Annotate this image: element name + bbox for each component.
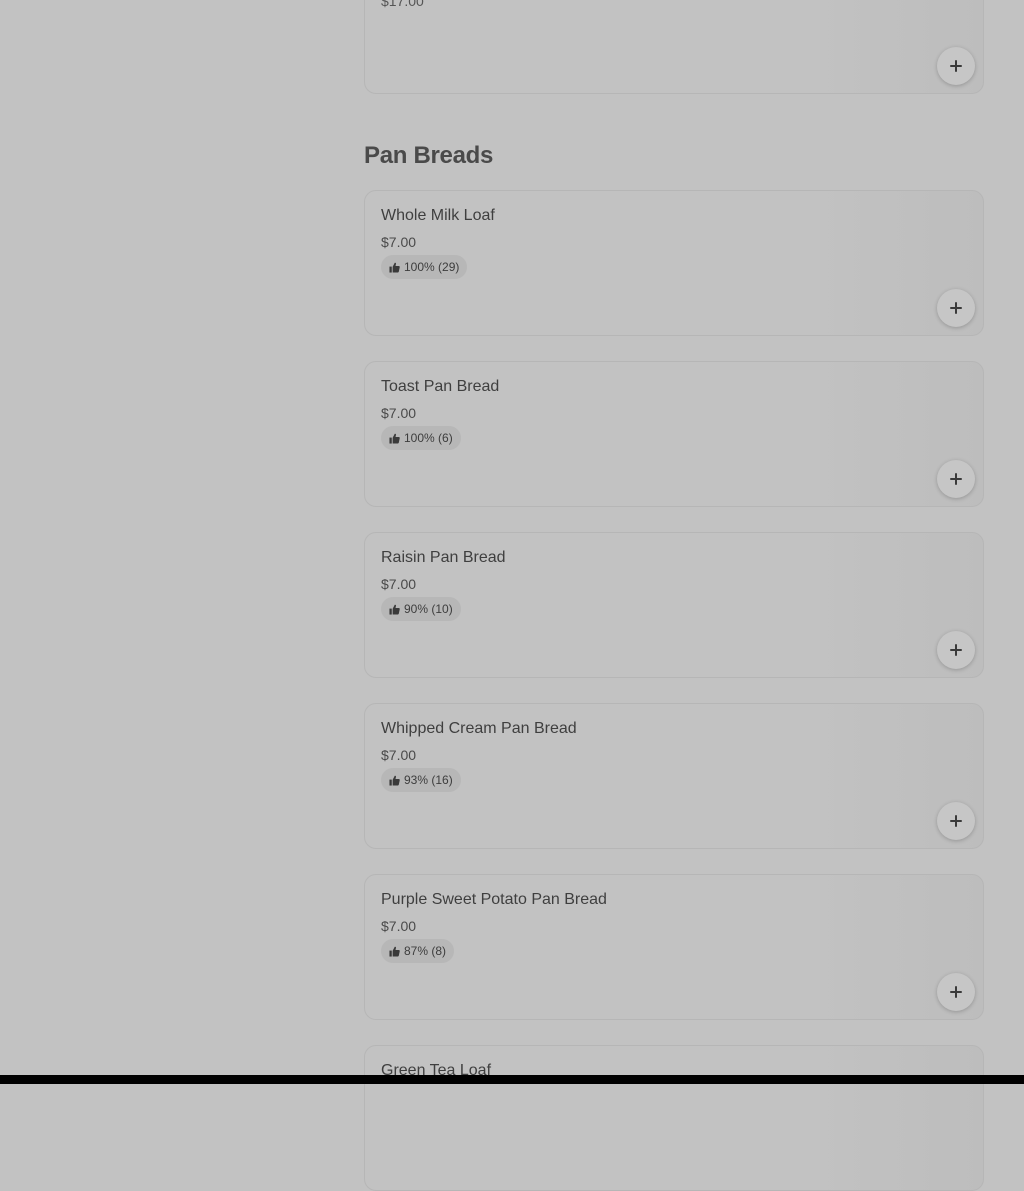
- rating-badge: 100% (29): [381, 255, 468, 279]
- item-name: Whipped Cream Pan Bread: [381, 720, 577, 737]
- thumbs-up-icon: [389, 604, 400, 615]
- item-name: Toast Pan Bread: [381, 378, 500, 395]
- rating-badge: 100% (6): [381, 426, 461, 450]
- add-to-cart-button[interactable]: [937, 47, 975, 85]
- thumbs-up-icon: [389, 433, 400, 444]
- rating-text: 100% (6): [404, 431, 453, 445]
- rating-text: 87% (8): [404, 944, 447, 958]
- plus-icon: [950, 815, 962, 827]
- item-price: $7.00: [381, 234, 417, 250]
- rating-text: 100% (29): [404, 260, 460, 274]
- item-price: $7.00: [381, 918, 417, 934]
- add-to-cart-button[interactable]: [937, 460, 975, 498]
- rating-text: 93% (16): [404, 773, 453, 787]
- item-price: $17.00: [381, 0, 424, 9]
- add-to-cart-button[interactable]: [937, 973, 975, 1011]
- add-to-cart-button[interactable]: [937, 802, 975, 840]
- thumbs-up-icon: [389, 262, 400, 273]
- item-name: Purple Sweet Potato Pan Bread: [381, 891, 607, 908]
- add-to-cart-button[interactable]: [937, 289, 975, 327]
- section-title: Pan Breads: [364, 142, 494, 169]
- plus-icon: [950, 644, 962, 656]
- thumbs-up-icon: [389, 946, 400, 957]
- rating-badge: 87% (8): [381, 939, 455, 963]
- menu-item-card[interactable]: Green Tea Loaf: [364, 1045, 984, 1191]
- plus-icon: [950, 60, 962, 72]
- item-price: $7.00: [381, 576, 417, 592]
- plus-icon: [950, 473, 962, 485]
- add-to-cart-button[interactable]: [937, 631, 975, 669]
- item-name: Raisin Pan Bread: [381, 549, 506, 566]
- menu-item-card[interactable]: Toast Pan Bread $7.00 100% (6): [364, 361, 984, 507]
- item-name: Whole Milk Loaf: [381, 207, 495, 224]
- item-price: $7.00: [381, 747, 417, 763]
- rating-text: 90% (10): [404, 602, 453, 616]
- menu-item-card[interactable]: Whole Milk Loaf $7.00 100% (29): [364, 190, 984, 336]
- item-price: $7.00: [381, 405, 417, 421]
- rating-badge: 93% (16): [381, 768, 461, 792]
- rating-badge: 90% (10): [381, 597, 461, 621]
- menu-item-card[interactable]: Purple Sweet Potato Pan Bread $7.00 87% …: [364, 874, 984, 1020]
- menu-item-card[interactable]: Raisin Pan Bread $7.00 90% (10): [364, 532, 984, 678]
- plus-icon: [950, 302, 962, 314]
- plus-icon: [950, 986, 962, 998]
- menu-item-card[interactable]: Whipped Cream Pan Bread $7.00 93% (16): [364, 703, 984, 849]
- bottom-bar: [0, 1075, 1024, 1084]
- thumbs-up-icon: [389, 775, 400, 786]
- menu-item-card[interactable]: $17.00: [364, 0, 984, 94]
